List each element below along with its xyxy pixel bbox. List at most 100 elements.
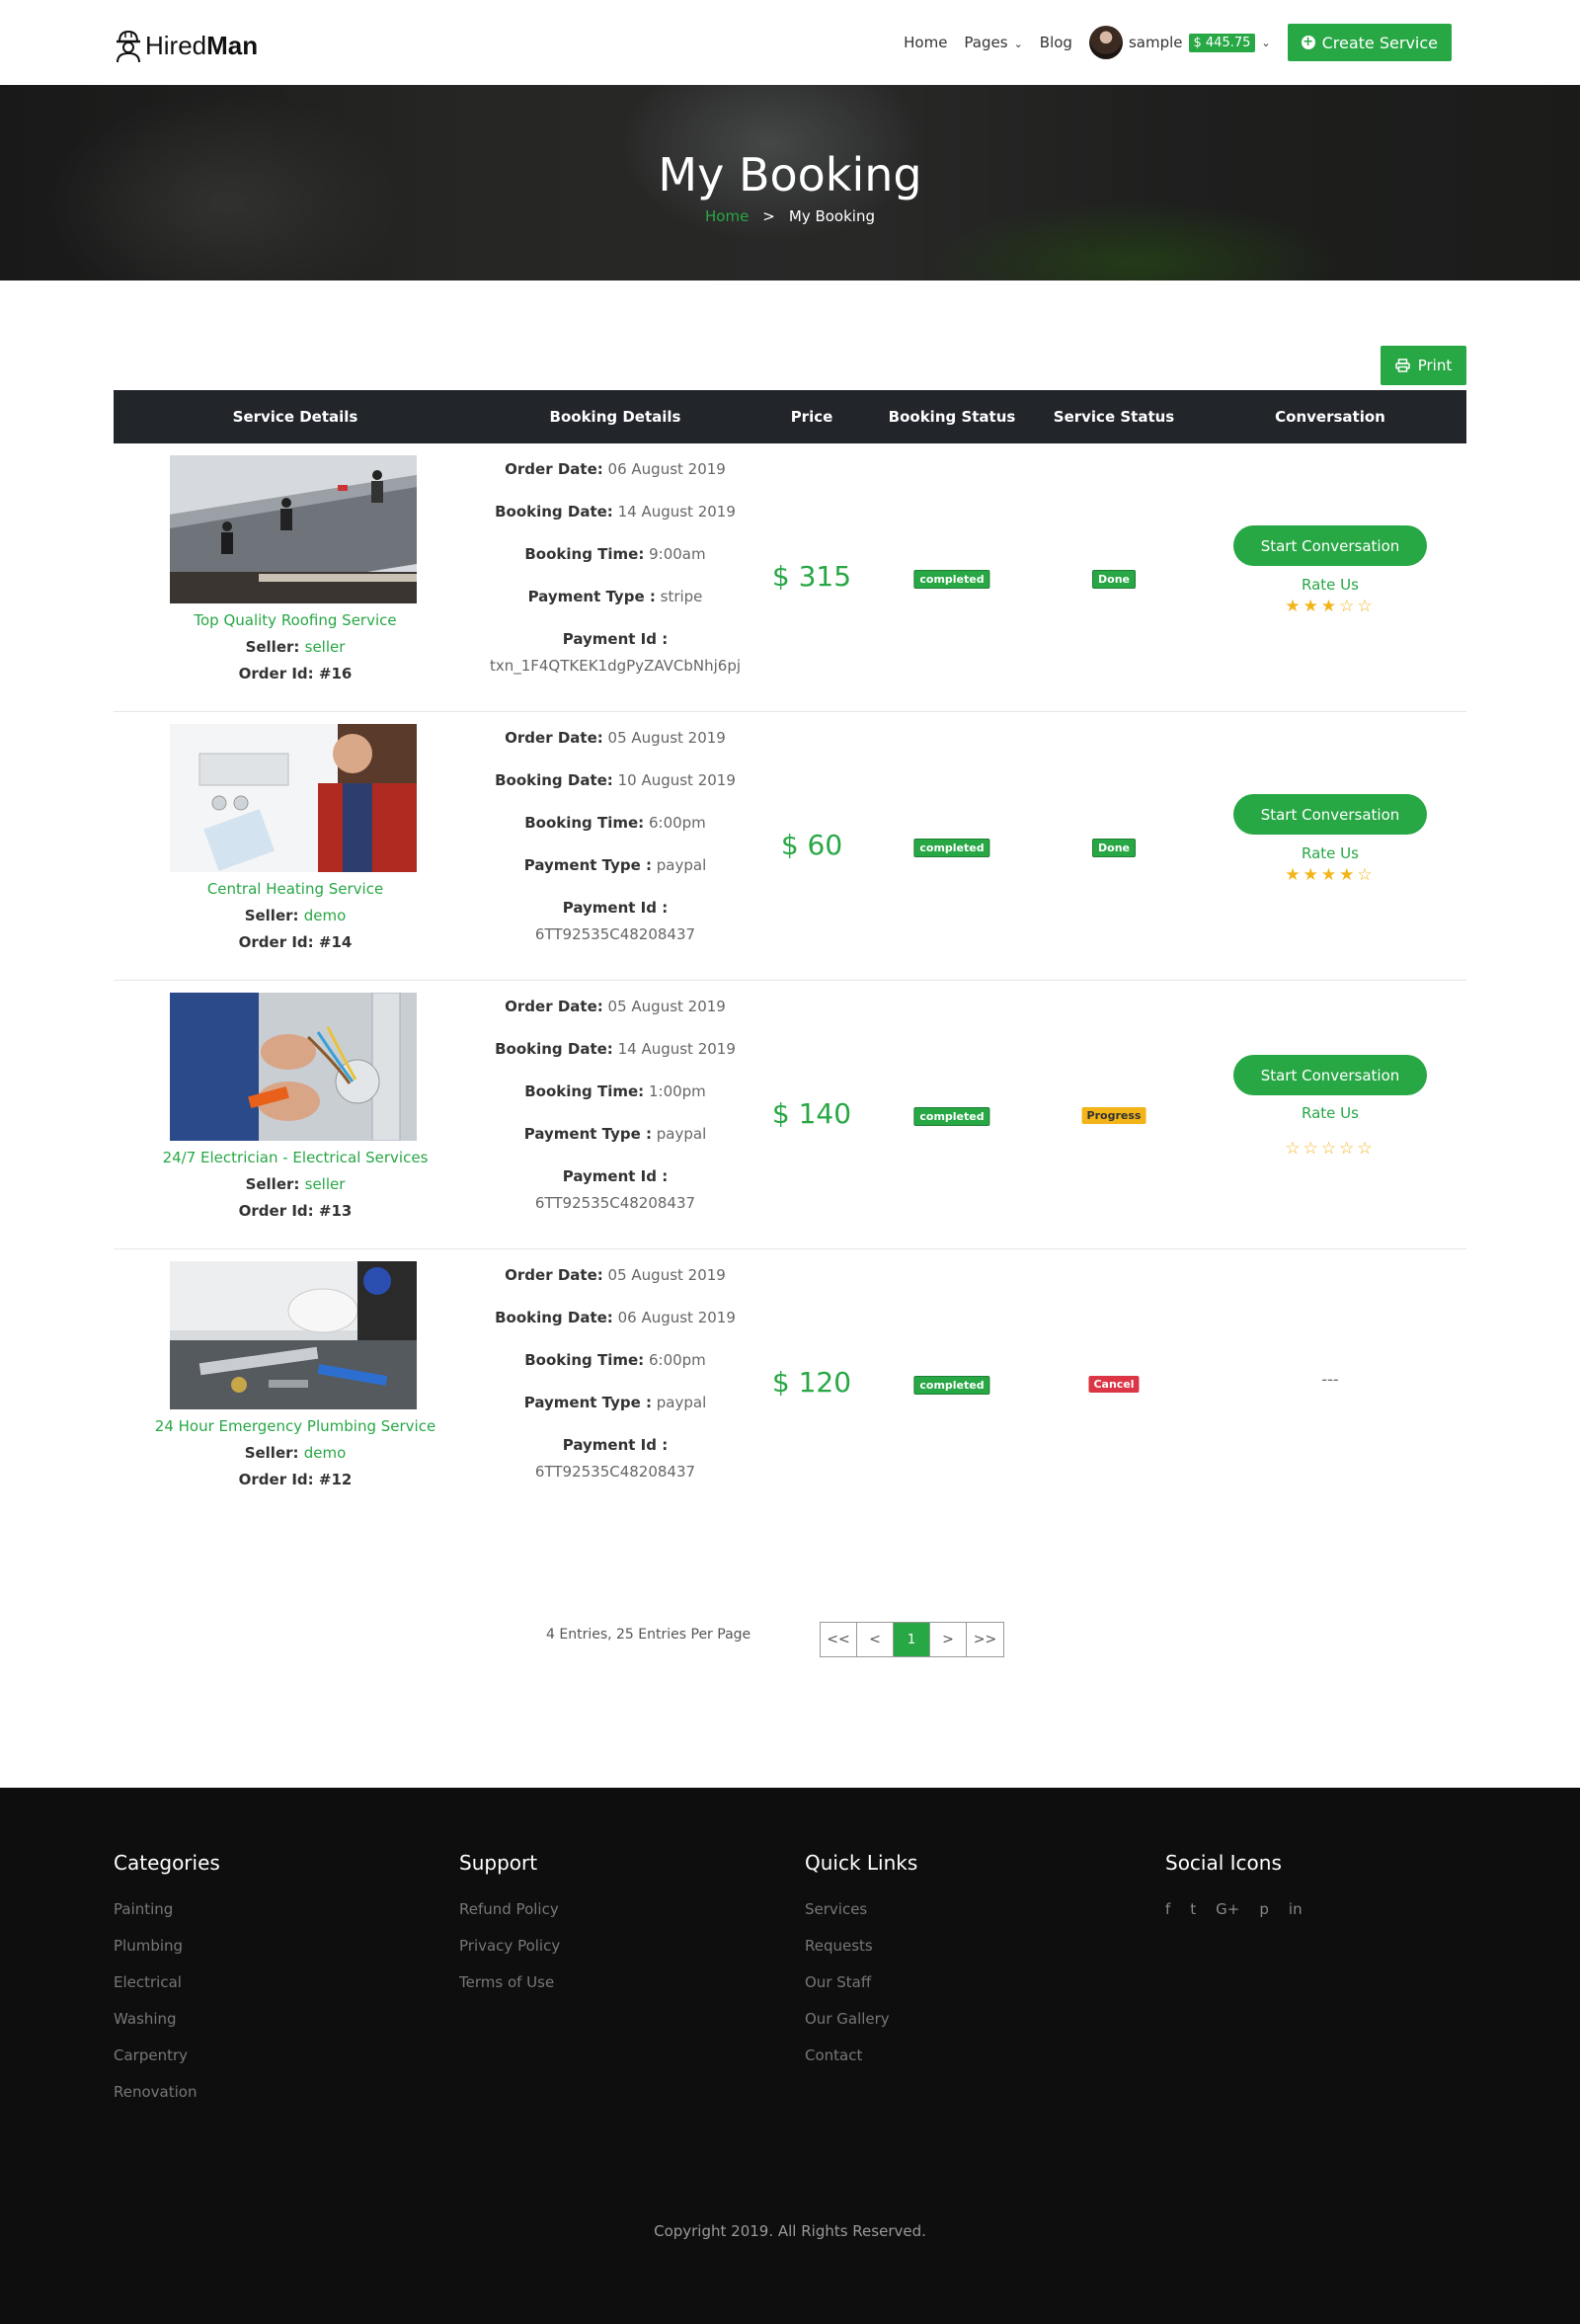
seller-link[interactable]: seller bbox=[305, 1175, 346, 1193]
footer-link[interactable]: Carpentry bbox=[114, 2046, 220, 2083]
start-conversation-button[interactable]: Start Conversation bbox=[1233, 525, 1427, 566]
chevron-left-icon: < bbox=[869, 1632, 881, 1647]
service-details-cell: 24 Hour Emergency Plumbing Service Selle… bbox=[114, 1249, 477, 1518]
footer-link[interactable]: Plumbing bbox=[114, 1937, 220, 1973]
conversation-cell: Start Conversation Rate Us ★★★☆☆ bbox=[1194, 443, 1466, 711]
order-date: Order Date: 05 August 2019 bbox=[505, 729, 726, 747]
booking-time: Booking Time: 6:00pm bbox=[524, 1351, 706, 1369]
page-last-button[interactable]: >> bbox=[967, 1623, 1003, 1656]
pagination: << < 1 > >> bbox=[820, 1622, 1004, 1657]
breadcrumb-separator: > bbox=[762, 207, 775, 225]
rate-us-link[interactable]: Rate Us bbox=[1194, 1104, 1466, 1122]
service-name[interactable]: 24 Hour Emergency Plumbing Service bbox=[114, 1417, 477, 1435]
service-image-plumbing[interactable] bbox=[170, 1261, 417, 1409]
star-icon: ★ bbox=[1339, 865, 1358, 885]
footer-link[interactable]: Contact bbox=[805, 2046, 917, 2083]
breadcrumb-home[interactable]: Home bbox=[705, 207, 749, 225]
order-date: Order Date: 05 August 2019 bbox=[505, 998, 726, 1015]
booking-status-cell: completed bbox=[870, 1249, 1034, 1518]
footer-support: Support Refund Policy Privacy Policy Ter… bbox=[459, 1851, 560, 2010]
footer-link[interactable]: Our Gallery bbox=[805, 2010, 917, 2046]
footer-link[interactable]: Our Staff bbox=[805, 1973, 917, 2010]
site-footer: Categories Painting Plumbing Electrical … bbox=[0, 1788, 1580, 2324]
service-seller: Seller: demo bbox=[244, 907, 347, 924]
booking-time: Booking Time: 9:00am bbox=[524, 545, 706, 563]
price-cell: $ 315 bbox=[753, 443, 870, 711]
seller-link[interactable]: demo bbox=[304, 1444, 347, 1462]
price: $ 60 bbox=[780, 829, 843, 861]
star-rating[interactable]: ★★★★☆ bbox=[1194, 865, 1466, 885]
booking-time: Booking Time: 6:00pm bbox=[524, 814, 706, 832]
user-menu[interactable]: sample $ 445.75 ⌄ bbox=[1088, 26, 1271, 59]
star-rating[interactable]: ★★★☆☆ bbox=[1194, 597, 1466, 616]
service-image-roofing[interactable] bbox=[170, 455, 417, 603]
footer-link[interactable]: Services bbox=[805, 1900, 917, 1937]
create-service-label: Create Service bbox=[1321, 33, 1438, 52]
booking-status-cell: completed bbox=[870, 712, 1034, 980]
star-icon: ★ bbox=[1320, 597, 1340, 616]
rate-us-link[interactable]: Rate Us bbox=[1194, 576, 1466, 594]
booking-date: Booking Date: 06 August 2019 bbox=[495, 1309, 736, 1326]
start-conversation-button[interactable]: Start Conversation bbox=[1233, 794, 1427, 835]
service-image-electrician[interactable] bbox=[170, 993, 417, 1141]
star-rating[interactable]: ☆☆☆☆☆ bbox=[1194, 1139, 1466, 1159]
twitter-icon[interactable]: t bbox=[1190, 1900, 1196, 1918]
rate-us-link[interactable]: Rate Us bbox=[1194, 844, 1466, 862]
booking-status-badge: completed bbox=[913, 1376, 990, 1395]
facebook-icon[interactable]: f bbox=[1165, 1900, 1170, 1918]
nav-pages[interactable]: Pages ⌄ bbox=[964, 34, 1022, 51]
booking-status-badge: completed bbox=[913, 839, 990, 857]
start-conversation-button[interactable]: Start Conversation bbox=[1233, 1055, 1427, 1095]
footer-heading: Social Icons bbox=[1165, 1851, 1282, 1875]
price-cell: $ 120 bbox=[753, 1249, 870, 1518]
footer-link[interactable]: Privacy Policy bbox=[459, 1937, 560, 1973]
print-button[interactable]: Print bbox=[1381, 346, 1466, 385]
footer-link[interactable]: Requests bbox=[805, 1937, 917, 1973]
brand-logo[interactable]: HiredMan bbox=[114, 26, 258, 65]
chevron-right-icon: > bbox=[942, 1632, 954, 1647]
service-details-cell: Central Heating Service Seller: demo Ord… bbox=[114, 712, 477, 980]
create-service-button[interactable]: + Create Service bbox=[1287, 24, 1452, 61]
footer-link[interactable]: Electrical bbox=[114, 1973, 220, 2010]
service-image-heating[interactable] bbox=[170, 724, 417, 872]
bookings-table: Service Details Booking Details Price Bo… bbox=[114, 390, 1466, 1518]
service-seller: Seller: seller bbox=[245, 1175, 346, 1193]
footer-link[interactable]: Terms of Use bbox=[459, 1973, 560, 2010]
footer-link[interactable]: Refund Policy bbox=[459, 1900, 560, 1937]
google-plus-icon[interactable]: G+ bbox=[1216, 1900, 1239, 1918]
footer-link[interactable]: Renovation bbox=[114, 2083, 220, 2120]
seller-link[interactable]: seller bbox=[305, 638, 346, 656]
service-name[interactable]: 24/7 Electrician - Electrical Services bbox=[114, 1149, 477, 1166]
main-nav: Home Pages ⌄ Blog sample $ 445.75 ⌄ + Cre… bbox=[904, 24, 1452, 61]
table-header: Service Details Booking Details Price Bo… bbox=[114, 390, 1466, 443]
conversation-cell: --- bbox=[1194, 1249, 1466, 1518]
linkedin-icon[interactable]: in bbox=[1289, 1900, 1303, 1918]
footer-quick-links: Quick Links Services Requests Our Staff … bbox=[805, 1851, 917, 2083]
nav-blog[interactable]: Blog bbox=[1040, 34, 1072, 51]
payment-id-label: Payment Id : bbox=[562, 1436, 669, 1454]
payment-type: Payment Type : paypal bbox=[523, 856, 707, 874]
page-next-button[interactable]: > bbox=[930, 1623, 967, 1656]
table-row: 24/7 Electrician - Electrical Services S… bbox=[114, 981, 1466, 1249]
footer-link[interactable]: Washing bbox=[114, 2010, 220, 2046]
page-prev-button[interactable]: < bbox=[857, 1623, 894, 1656]
payment-type: Payment Type : paypal bbox=[523, 1394, 707, 1411]
nav-home[interactable]: Home bbox=[904, 34, 947, 51]
price: $ 140 bbox=[771, 1097, 852, 1130]
col-booking-details: Booking Details bbox=[549, 408, 681, 426]
copyright: Copyright 2019. All Rights Reserved. bbox=[654, 2222, 926, 2240]
pinterest-icon[interactable]: p bbox=[1259, 1900, 1269, 1918]
booking-status-cell: completed bbox=[870, 443, 1034, 711]
service-status-cell: Progress bbox=[1034, 981, 1194, 1248]
service-name[interactable]: Central Heating Service bbox=[114, 880, 477, 898]
page-first-button[interactable]: << bbox=[821, 1623, 857, 1656]
star-outline-icon: ☆ bbox=[1357, 597, 1376, 616]
footer-categories: Categories Painting Plumbing Electrical … bbox=[114, 1851, 220, 2120]
star-outline-icon: ☆ bbox=[1285, 1139, 1304, 1159]
service-status-cell: Done bbox=[1034, 443, 1194, 711]
page-1-button[interactable]: 1 bbox=[894, 1623, 930, 1656]
seller-link[interactable]: demo bbox=[304, 907, 347, 924]
service-name[interactable]: Top Quality Roofing Service bbox=[114, 611, 477, 629]
printer-icon bbox=[1394, 359, 1410, 372]
footer-link[interactable]: Painting bbox=[114, 1900, 220, 1937]
